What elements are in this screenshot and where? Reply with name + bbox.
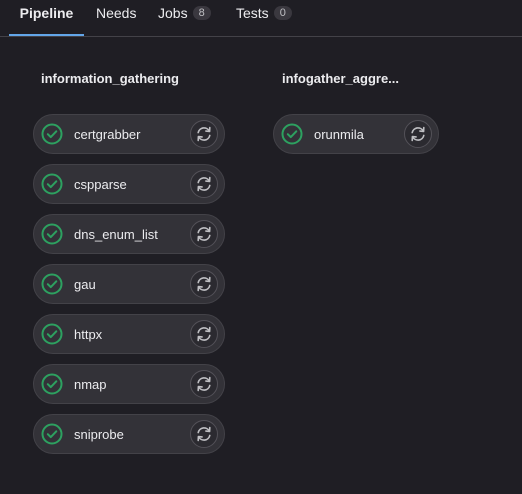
- check-circle-icon: [281, 123, 303, 145]
- retry-button[interactable]: [190, 370, 218, 398]
- tab-needs-label: Needs: [96, 5, 137, 21]
- retry-icon: [195, 275, 213, 293]
- tab-needs[interactable]: Needs: [96, 0, 136, 36]
- job-name: sniprobe: [74, 427, 124, 442]
- retry-button[interactable]: [190, 170, 218, 198]
- check-circle-icon: [41, 123, 63, 145]
- check-circle-icon: [41, 273, 63, 295]
- tests-count-badge: 0: [273, 6, 292, 20]
- tab-jobs[interactable]: Jobs 8: [158, 0, 211, 36]
- tab-pipeline[interactable]: Pipeline: [9, 0, 84, 36]
- job-card[interactable]: orunmila: [273, 114, 439, 154]
- tab-tests[interactable]: Tests 0: [236, 0, 292, 36]
- check-circle-icon: [41, 223, 63, 245]
- job-name: httpx: [74, 327, 103, 342]
- retry-icon: [195, 425, 213, 443]
- job-name: cspparse: [74, 177, 127, 192]
- job-card[interactable]: dns_enum_list: [33, 214, 225, 254]
- retry-button[interactable]: [190, 420, 218, 448]
- jobs-count-badge: 8: [192, 6, 211, 20]
- job-card[interactable]: gau: [33, 264, 225, 304]
- retry-icon: [195, 175, 213, 193]
- job-card[interactable]: certgrabber: [33, 114, 225, 154]
- tab-jobs-label: Jobs: [158, 5, 188, 21]
- retry-button[interactable]: [190, 120, 218, 148]
- check-circle-icon: [41, 423, 63, 445]
- retry-button[interactable]: [190, 270, 218, 298]
- check-circle-icon: [41, 173, 63, 195]
- retry-icon: [195, 125, 213, 143]
- retry-icon: [195, 325, 213, 343]
- retry-icon: [195, 375, 213, 393]
- job-name: certgrabber: [74, 127, 141, 142]
- retry-icon: [409, 125, 427, 143]
- check-circle-icon: [41, 373, 63, 395]
- retry-button[interactable]: [190, 220, 218, 248]
- tab-tests-label: Tests: [236, 5, 269, 21]
- tab-pipeline-label: Pipeline: [19, 5, 74, 21]
- stage-title-infogather-aggregate: infogather_aggre...: [282, 71, 400, 86]
- job-name: nmap: [74, 377, 107, 392]
- retry-icon: [195, 225, 213, 243]
- job-name: dns_enum_list: [74, 227, 158, 242]
- job-card[interactable]: sniprobe: [33, 414, 225, 454]
- stage-title-information-gathering: information_gathering: [41, 71, 179, 86]
- pipeline-tabs: Pipeline Needs Jobs 8 Tests 0: [0, 0, 522, 37]
- job-card[interactable]: cspparse: [33, 164, 225, 204]
- retry-button[interactable]: [190, 320, 218, 348]
- job-card[interactable]: nmap: [33, 364, 225, 404]
- check-circle-icon: [41, 323, 63, 345]
- job-card[interactable]: httpx: [33, 314, 225, 354]
- retry-button[interactable]: [404, 120, 432, 148]
- job-name: gau: [74, 277, 96, 292]
- job-name: orunmila: [314, 127, 364, 142]
